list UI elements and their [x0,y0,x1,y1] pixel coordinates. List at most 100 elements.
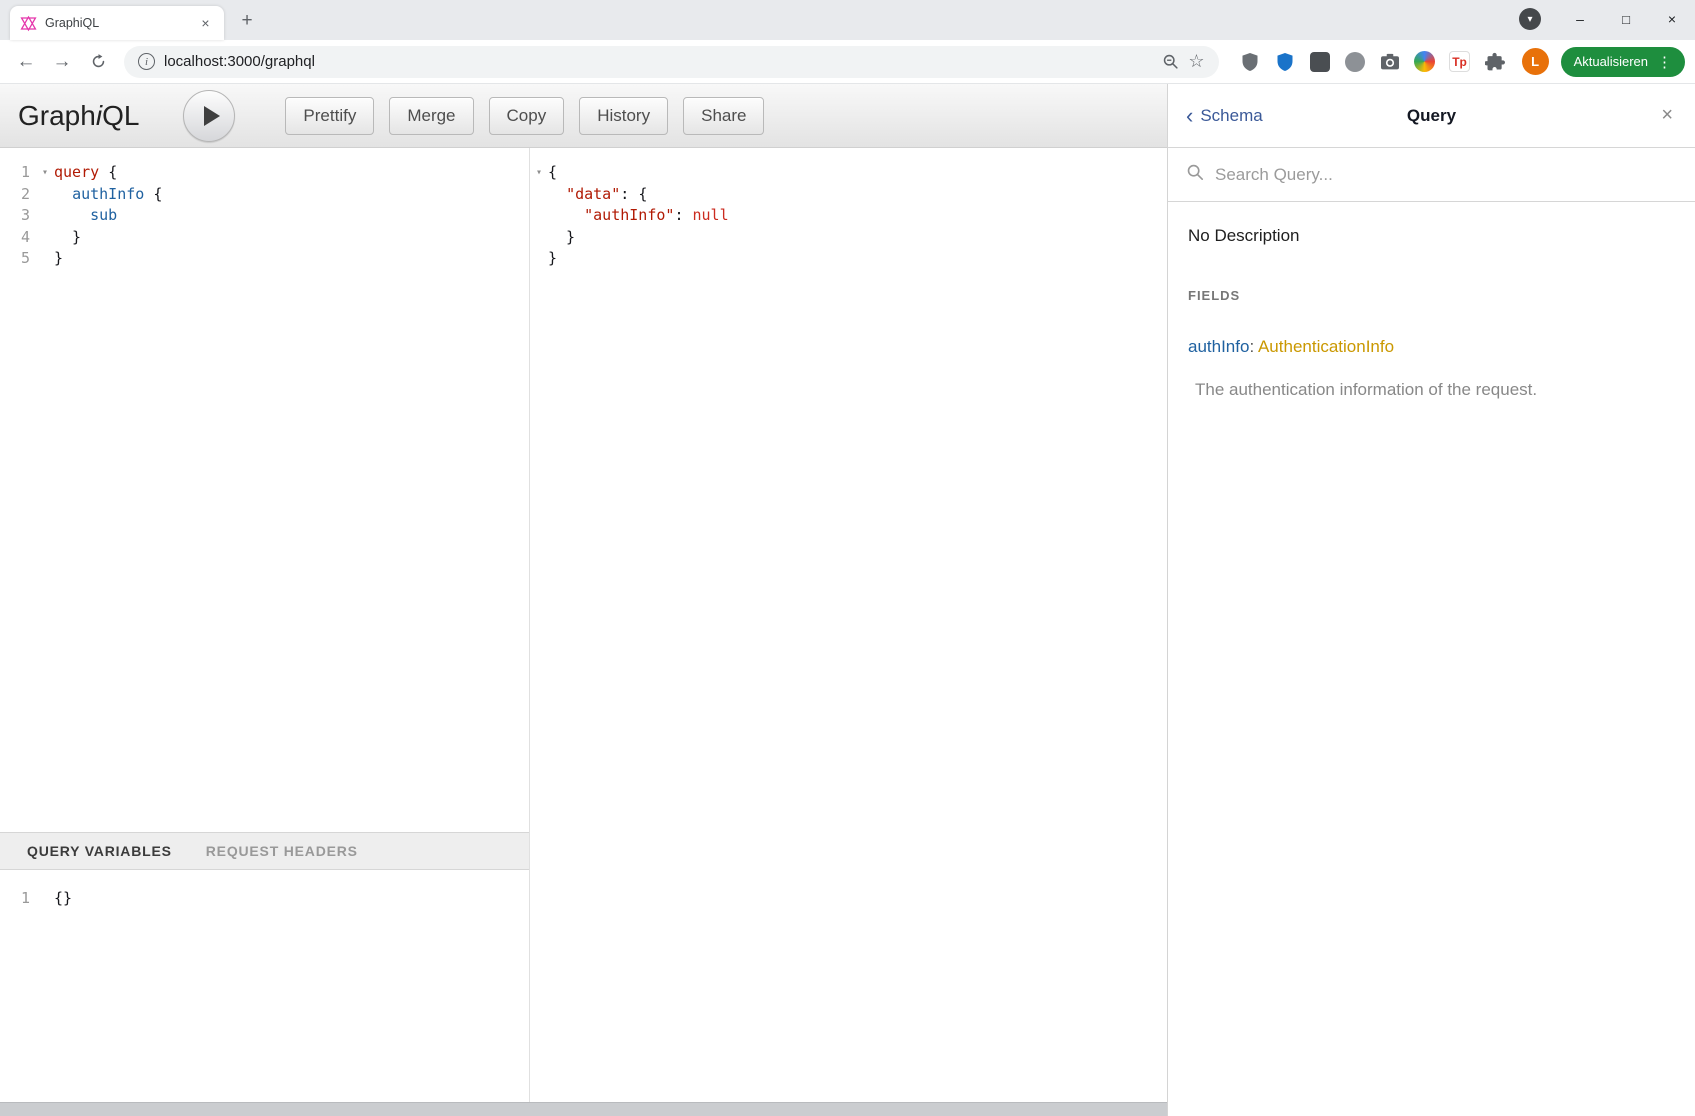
code-line: 5} [0,248,529,270]
forward-button-icon[interactable]: → [46,46,78,78]
window-minimize-button[interactable]: – [1557,0,1603,38]
site-info-icon[interactable]: i [138,53,155,70]
browser-update-button[interactable]: Aktualisieren ⋮ [1561,47,1685,77]
graphql-favicon-icon [20,15,37,32]
doc-search-input[interactable] [1215,165,1677,185]
fold-gutter [36,184,54,206]
code-line: "data": { [530,184,1167,206]
extension-tp-icon[interactable]: Tp [1449,51,1471,73]
tab-query-variables[interactable]: QUERY VARIABLES [27,843,172,859]
code-text: } [54,227,81,249]
fold-arrow-icon[interactable]: ▾ [36,162,54,184]
omnibox[interactable]: i ☆ [124,46,1219,78]
bookmark-star-icon[interactable]: ☆ [1188,51,1204,72]
doc-fields-header: FIELDS [1188,288,1675,303]
new-tab-button[interactable]: + [232,6,262,36]
line-number: 2 [0,184,36,206]
copy-button[interactable]: Copy [489,97,565,135]
fold-gutter [530,184,548,206]
code-text: query { [54,162,117,184]
prettify-button[interactable]: Prettify [285,97,374,135]
menu-dots-icon[interactable]: ⋮ [1657,53,1672,71]
extension-shield-icon[interactable] [1239,51,1261,73]
field-description: The authentication information of the re… [1195,380,1675,400]
line-number: 1 [0,888,36,910]
field-colon: : [1249,337,1258,356]
query-editor[interactable]: 1▾query {2 authInfo {3 sub4 }5} [0,148,529,832]
back-button-icon[interactable]: ← [10,46,42,78]
horizontal-scrollbar[interactable] [0,1102,1167,1116]
share-button[interactable]: Share [683,97,764,135]
window-close-button[interactable]: × [1649,0,1695,38]
code-line: 2 authInfo { [0,184,529,206]
tab-title: GraphiQL [45,16,189,30]
extension-blue-shield-icon[interactable] [1274,51,1296,73]
code-line: } [530,227,1167,249]
merge-button[interactable]: Merge [389,97,473,135]
graphiql-workspace: GraphiQL Prettify Merge Copy History Sha… [0,84,1167,1116]
query-variables-editor[interactable]: 1 {} [0,870,529,1102]
extensions-tray: Tp [1229,51,1516,73]
doc-field-row: authInfo: AuthenticationInfo [1188,337,1675,357]
reload-button-icon[interactable] [82,46,114,78]
zoom-icon[interactable] [1162,53,1179,70]
graphiql-toolbar: GraphiQL Prettify Merge Copy History Sha… [0,84,1167,148]
fold-gutter [36,205,54,227]
code-line: 1 {} [0,888,529,910]
graphiql-app: GraphiQL Prettify Merge Copy History Sha… [0,84,1695,1116]
fold-gutter [36,248,54,270]
window-maximize-button[interactable]: □ [1603,0,1649,38]
tab-strip: GraphiQL × + ▾ – □ × [0,0,1695,40]
browser-window: GraphiQL × + ▾ – □ × ← → i ☆ [0,0,1695,1116]
field-name-link[interactable]: authInfo [1188,337,1249,356]
documentation-explorer: ‹ Schema Query × No Description FIELDS a… [1167,84,1695,1116]
field-type-link[interactable]: AuthenticationInfo [1258,337,1394,356]
fold-gutter [530,227,548,249]
history-button[interactable]: History [579,97,668,135]
extensions-puzzle-icon[interactable] [1484,51,1506,73]
doc-explorer-header: ‹ Schema Query × [1168,84,1695,148]
code-text: "data": { [548,184,647,206]
browser-tab[interactable]: GraphiQL × [10,6,224,40]
code-line: } [530,248,1167,270]
editors-area: 1▾query {2 authInfo {3 sub4 }5} QUERY VA… [0,148,1167,1102]
line-number: 3 [0,205,36,227]
code-text: } [54,248,63,270]
doc-search-row [1168,148,1695,202]
code-line: "authInfo": null [530,205,1167,227]
doc-back-label: Schema [1200,106,1262,126]
code-text: } [548,248,557,270]
extension-square-icon[interactable] [1309,51,1331,73]
code-line: 1▾query { [0,162,529,184]
graphiql-logo: GraphiQL [18,100,139,132]
doc-close-icon[interactable]: × [1661,84,1673,147]
chevron-left-icon: ‹ [1186,105,1193,127]
profile-avatar[interactable]: L [1522,48,1549,75]
fold-arrow-icon[interactable]: ▾ [530,162,548,184]
result-viewer: ▾{ "data": { "authInfo": null }} [530,148,1167,1102]
code-text: { [548,162,557,184]
update-button-label: Aktualisieren [1574,54,1648,69]
window-controls: ▾ – □ × [1519,0,1695,38]
extension-circle-icon[interactable] [1344,51,1366,73]
extension-colorwheel-icon[interactable] [1414,51,1436,73]
tab-search-icon[interactable]: ▾ [1519,8,1541,30]
code-line: 3 sub [0,205,529,227]
fold-gutter [530,248,548,270]
search-icon [1186,163,1204,186]
extension-camera-icon[interactable] [1379,51,1401,73]
line-number: 5 [0,248,36,270]
query-column: 1▾query {2 authInfo {3 sub4 }5} QUERY VA… [0,148,530,1102]
code-text: authInfo { [54,184,162,206]
doc-content: No Description FIELDS authInfo: Authenti… [1168,202,1695,424]
tab-request-headers[interactable]: REQUEST HEADERS [206,843,358,859]
toolbar-buttons: Prettify Merge Copy History Share [285,97,764,135]
line-number: 4 [0,227,36,249]
execute-query-button[interactable] [183,90,235,142]
url-input[interactable] [164,53,1153,70]
tab-close-icon[interactable]: × [197,15,214,32]
code-text: {} [54,888,72,910]
doc-back-link[interactable]: ‹ Schema [1186,105,1263,127]
secondary-editor-tabs: QUERY VARIABLES REQUEST HEADERS [0,832,529,870]
line-number: 1 [0,162,36,184]
